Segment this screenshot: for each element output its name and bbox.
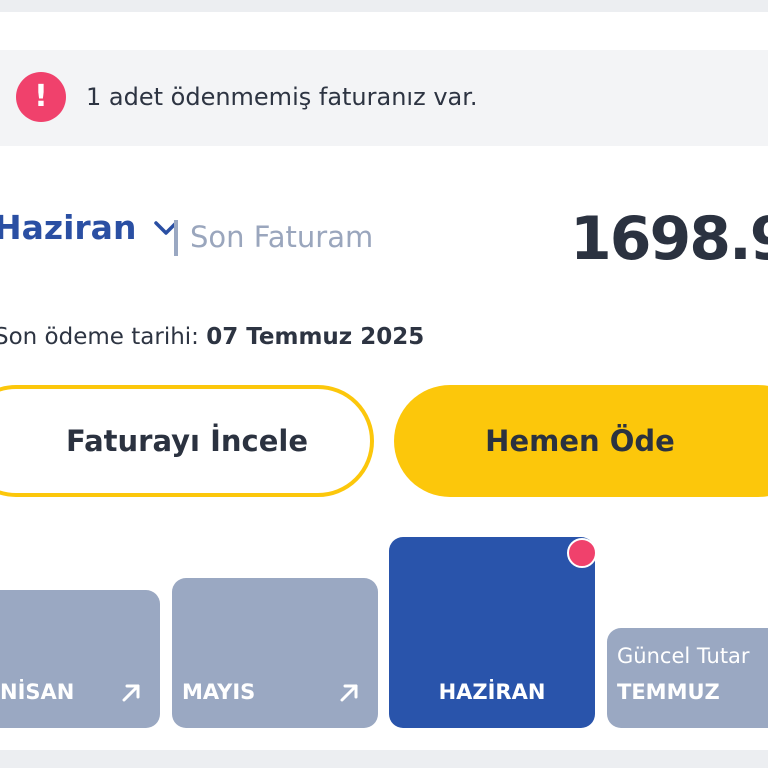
month-tile-nisan[interactable]: NİSAN [0,590,160,728]
current-amount-label: Güncel Tutar [617,644,750,668]
bill-amount: 1698.9₺ [570,204,768,274]
bill-card: ! 1 adet ödenmemiş faturanız var. Hazira… [0,12,768,750]
unpaid-badge [567,538,597,568]
due-date-line: Son ödeme tarihi: 07 Temmuz 2025 [0,324,424,350]
last-bill-label: Son Faturam [190,220,374,254]
month-tile-label: HAZİRAN [438,680,546,704]
review-bill-button[interactable]: Faturayı İncele [0,385,374,497]
selected-month-label: Haziran [0,208,137,247]
due-date-prefix: Son ödeme tarihi: [0,324,199,350]
month-selector[interactable]: Haziran [0,208,182,247]
month-tile-label: TEMMUZ [617,680,720,704]
arrow-up-right-icon [340,684,358,702]
due-date-value: 07 Temmuz 2025 [206,324,425,350]
month-tile-temmuz[interactable]: Güncel Tutar TEMMUZ [607,628,768,728]
review-bill-label: Faturayı İncele [65,424,308,458]
month-tile-haziran[interactable]: HAZİRAN [389,537,597,728]
month-tile-label: MAYIS [182,680,256,704]
month-tile-mayis[interactable]: MAYIS [172,578,378,728]
title-divider [174,220,178,256]
unpaid-alert-banner[interactable]: ! 1 adet ödenmemiş faturanız var. [0,50,768,146]
pay-now-label: Hemen Öde [485,424,675,458]
alert-message: 1 adet ödenmemiş faturanız var. [86,83,478,111]
arrow-up-right-icon [122,684,140,702]
exclamation-icon: ! [16,72,66,122]
pay-now-button[interactable]: Hemen Öde [394,385,768,497]
month-tile-label: NİSAN [0,680,75,704]
